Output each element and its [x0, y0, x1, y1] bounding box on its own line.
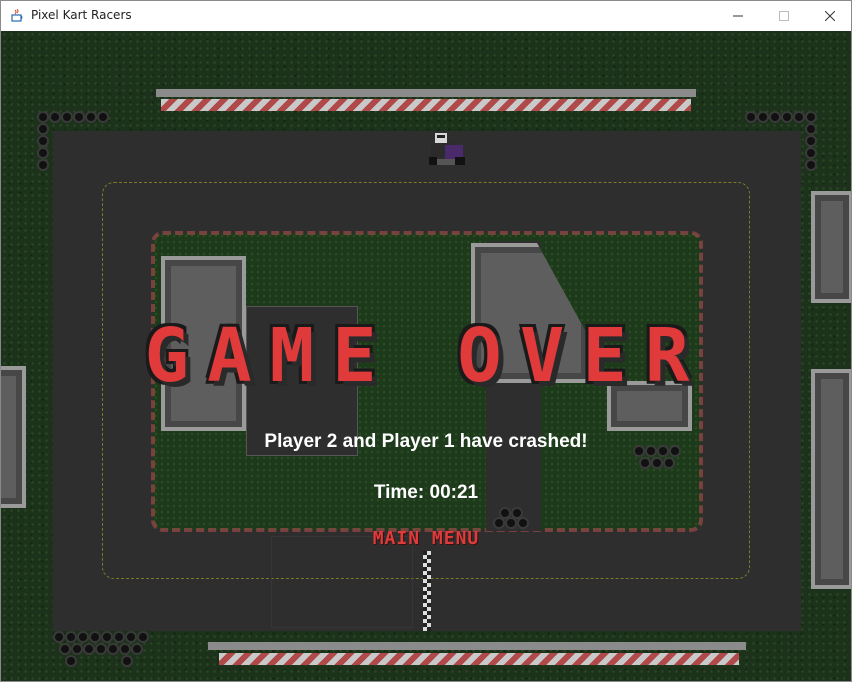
tire-stack-top-left [37, 111, 109, 171]
maximize-button[interactable] [761, 1, 807, 31]
tire-stack-top-right [745, 111, 817, 171]
tire-stack-bottom-left [53, 631, 153, 681]
race-track-scene [1, 31, 851, 681]
maximize-icon [779, 11, 789, 21]
building-left [161, 256, 246, 431]
top-barrier-stripes [161, 99, 691, 111]
minimize-button[interactable] [715, 1, 761, 31]
window-title: Pixel Kart Racers [31, 8, 132, 22]
top-barrier [156, 89, 696, 97]
java-app-icon [11, 9, 23, 22]
close-icon [825, 11, 835, 21]
bottom-barrier-stripes [219, 653, 739, 665]
title-bar: Pixel Kart Racers [1, 1, 851, 31]
building-far-right-top [811, 191, 851, 303]
minimize-icon [733, 15, 743, 17]
building-right [607, 381, 692, 431]
building-far-left [1, 366, 26, 508]
tire-stack-inner-center [493, 507, 537, 531]
building-far-right-bottom [811, 369, 851, 589]
bottom-barrier [208, 642, 746, 650]
finish-line [423, 551, 431, 631]
game-window: Pixel Kart Racers GAME OVER Player 2 and… [0, 0, 852, 682]
main-menu-button[interactable]: MAIN MENU [353, 528, 499, 550]
kart-sprite [429, 133, 465, 165]
tire-stack-inner-right [633, 445, 683, 475]
close-button[interactable] [807, 1, 851, 31]
inner-road-left [246, 306, 358, 456]
